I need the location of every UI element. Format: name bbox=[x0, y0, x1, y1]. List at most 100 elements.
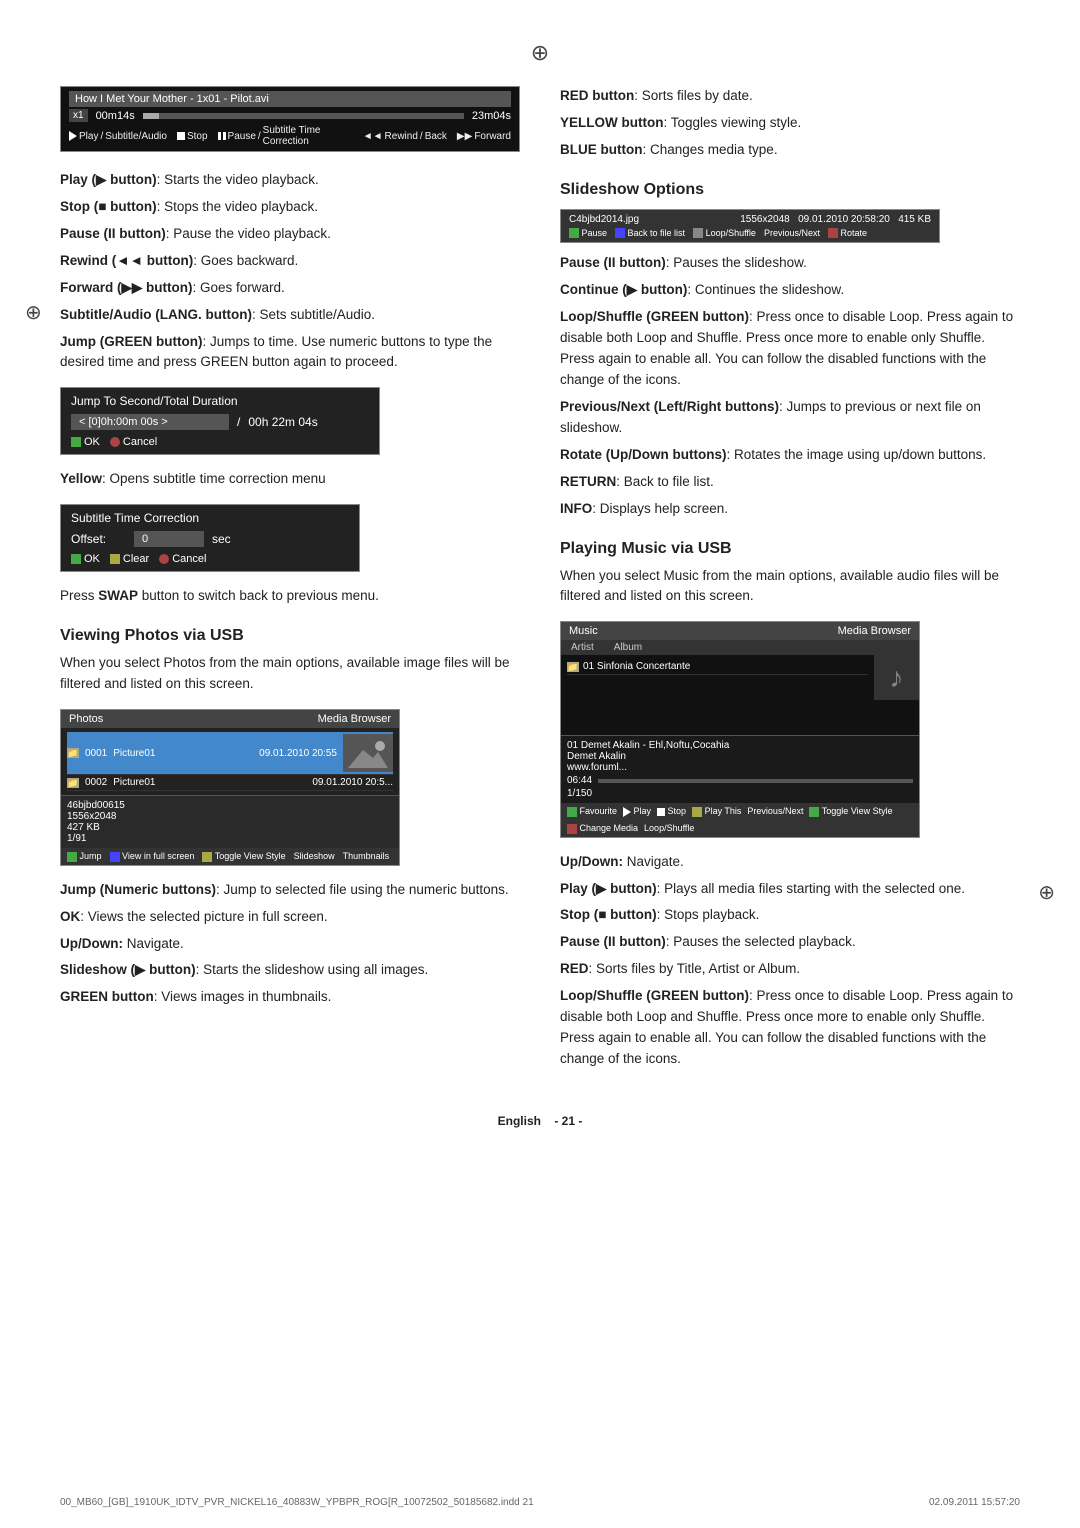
music-title: Music bbox=[569, 625, 598, 637]
music-controls: Favourite Play Stop Play This Previous/N… bbox=[561, 803, 919, 836]
music-tab-artist[interactable]: Artist bbox=[561, 640, 604, 655]
track-progress: 1/150 bbox=[567, 788, 913, 799]
sl-ctrl-rotate[interactable]: Rotate bbox=[828, 228, 867, 239]
desc-play: Play (▶ button): Starts the video playba… bbox=[60, 170, 520, 373]
photos-intro-desc: When you select Photos from the main opt… bbox=[60, 653, 520, 695]
photos-media-browser-label: Media Browser bbox=[318, 713, 391, 725]
offset-input[interactable] bbox=[134, 531, 204, 547]
music-ctrl-favourite[interactable]: Favourite bbox=[567, 806, 617, 817]
video-title: How I Met Your Mother - 1x01 - Pilot.avi bbox=[69, 91, 511, 107]
photos-info-panel: 46bjbd00615 1556x2048 427 KB 1/91 bbox=[61, 795, 399, 848]
folder-icon: 📁 bbox=[67, 748, 79, 758]
sl-ctrl-loop[interactable]: Loop/Shuffle bbox=[693, 228, 756, 239]
photo-date: 09.01.2010 20:55 bbox=[259, 748, 337, 759]
clear-yellow-icon bbox=[110, 554, 120, 564]
photos-ctrl-toggle[interactable]: Toggle View Style bbox=[202, 851, 285, 862]
jump-total: 00h 22m 04s bbox=[248, 415, 317, 429]
cancel-icon bbox=[159, 554, 169, 564]
forward-control[interactable]: ▶▶Forward bbox=[457, 131, 511, 142]
pause-label: Pause bbox=[228, 131, 256, 142]
music-ctrl-changemedia[interactable]: Change Media bbox=[567, 823, 638, 834]
playing-music-heading: Playing Music via USB bbox=[560, 540, 1020, 558]
slideshow-heading: Slideshow Options bbox=[560, 181, 1020, 199]
music-ctrl-prevnext[interactable]: Previous/Next bbox=[747, 806, 803, 817]
photos-ctrl-thumbnails[interactable]: Thumbnails bbox=[343, 851, 390, 862]
rewind-control[interactable]: ◄◄Rewind/ Back bbox=[363, 131, 447, 142]
ok-label: OK bbox=[84, 553, 100, 565]
photos-list-item[interactable]: 📁 0002 Picture01 09.01.2010 20:5... bbox=[67, 775, 393, 791]
photos-title: Photos bbox=[69, 713, 103, 725]
music-ctrl-stop[interactable]: Stop bbox=[657, 806, 686, 817]
photo-num: 0002 bbox=[85, 777, 107, 788]
music-ctrl-toggle[interactable]: Toggle View Style bbox=[809, 806, 892, 817]
subtitle-time-label: Subtitle Time Correction bbox=[263, 125, 353, 147]
subtitle-cancel-button[interactable]: Cancel bbox=[159, 553, 206, 565]
current-time: 00m14s bbox=[96, 110, 135, 122]
back-label: Back bbox=[425, 131, 447, 142]
photo-date: 09.01.2010 20:5... bbox=[312, 777, 393, 788]
jump-box: Jump To Second/Total Duration / 00h 22m … bbox=[60, 387, 380, 455]
doc-footer: 00_MB60_[GB]_1910UK_IDTV_PVR_NICKEL16_40… bbox=[60, 1497, 1020, 1508]
photos-box: Photos Media Browser 📁 0001 Picture01 09… bbox=[60, 709, 400, 866]
track-link: www.foruml... bbox=[567, 762, 913, 773]
photo-name: Picture01 bbox=[113, 777, 155, 788]
slideshow-box: C4bjbd2014.jpg 1556x2048 09.01.2010 20:5… bbox=[560, 209, 940, 244]
photos-ctrl-slideshow[interactable]: Slideshow bbox=[294, 851, 335, 862]
jump-ok-button[interactable]: OK bbox=[71, 436, 100, 448]
sl-ctrl-pause[interactable]: Pause bbox=[569, 228, 607, 239]
stop-control[interactable]: Stop bbox=[177, 131, 208, 142]
progress-bar-fill bbox=[143, 113, 159, 119]
pause-control[interactable]: Pause/ Subtitle Time Correction bbox=[218, 125, 353, 147]
stop-icon bbox=[177, 132, 185, 140]
photos-ctrl-jump[interactable]: Jump bbox=[67, 851, 102, 862]
play-control[interactable]: Play/ Subtitle/Audio bbox=[69, 131, 167, 142]
page-footer: English - 21 - bbox=[60, 1114, 1020, 1128]
track-title: 01 Demet Akalin - Ehl,Noftu,Cocahia bbox=[567, 740, 913, 751]
play-icon bbox=[69, 131, 77, 141]
sec-label: sec bbox=[212, 532, 231, 546]
page-number: - 21 - bbox=[554, 1114, 582, 1128]
video-player-box: How I Met Your Mother - 1x01 - Pilot.avi… bbox=[60, 86, 520, 152]
jump-cancel-button[interactable]: Cancel bbox=[110, 436, 157, 448]
music-progress-bar bbox=[598, 779, 913, 783]
folder-icon: 📁 bbox=[67, 778, 79, 788]
track-artist: Demet Akalin bbox=[567, 751, 913, 762]
compass-left-icon: ⊕ bbox=[25, 300, 42, 325]
music-ctrl-loop[interactable]: Loop/Shuffle bbox=[644, 823, 694, 834]
photos-list-item[interactable]: 📁 0001 Picture01 09.01.2010 20:55 bbox=[67, 732, 393, 775]
photo-num: 0001 bbox=[85, 748, 107, 759]
offset-label: Offset: bbox=[71, 532, 126, 546]
subtitle-ok-button[interactable]: OK bbox=[71, 553, 100, 565]
music-info-panel: 01 Demet Akalin - Ehl,Noftu,Cocahia Deme… bbox=[561, 735, 919, 803]
music-box: Music Media Browser Artist Album 📁 01 Si… bbox=[560, 621, 920, 837]
ok-green-icon bbox=[71, 437, 81, 447]
photo-thumbnail bbox=[343, 734, 393, 772]
music-list-item[interactable]: 📁 01 Sinfonia Concertante bbox=[567, 659, 868, 675]
doc-footer-right: 02.09.2011 15:57:20 bbox=[929, 1497, 1020, 1508]
forward-label: Forward bbox=[474, 131, 511, 142]
sl-ctrl-prevnext[interactable]: Previous/Next bbox=[764, 228, 820, 239]
compass-top-icon: ⊕ bbox=[531, 40, 549, 65]
desc-photos-items: Jump (Numeric buttons): Jump to selected… bbox=[60, 880, 520, 1009]
music-ctrl-play[interactable]: Play bbox=[623, 806, 651, 817]
play-label: Play bbox=[79, 131, 98, 142]
swap-desc: Press SWAP button to switch back to prev… bbox=[60, 586, 520, 607]
compass-right-icon: ⊕ bbox=[1038, 880, 1055, 905]
photo-page: 1/91 bbox=[67, 833, 393, 844]
ok-green-icon bbox=[71, 554, 81, 564]
photo-name: Picture01 bbox=[113, 748, 155, 759]
clear-label: Clear bbox=[123, 553, 149, 565]
cancel-label: Cancel bbox=[172, 553, 206, 565]
music-tab-album[interactable]: Album bbox=[604, 640, 652, 655]
jump-input[interactable] bbox=[71, 414, 229, 430]
progress-bar bbox=[143, 113, 464, 119]
music-ctrl-playthis[interactable]: Play This bbox=[692, 806, 741, 817]
sl-ctrl-back[interactable]: Back to file list bbox=[615, 228, 685, 239]
photos-ctrl-fullscreen[interactable]: View in full screen bbox=[110, 851, 195, 862]
total-time: 23m04s bbox=[472, 110, 511, 122]
pause-icon bbox=[218, 132, 226, 140]
stop-label: Stop bbox=[187, 131, 208, 142]
subtitle-box-title: Subtitle Time Correction bbox=[71, 511, 349, 525]
folder-icon: 📁 bbox=[567, 662, 579, 672]
subtitle-clear-button[interactable]: Clear bbox=[110, 553, 149, 565]
